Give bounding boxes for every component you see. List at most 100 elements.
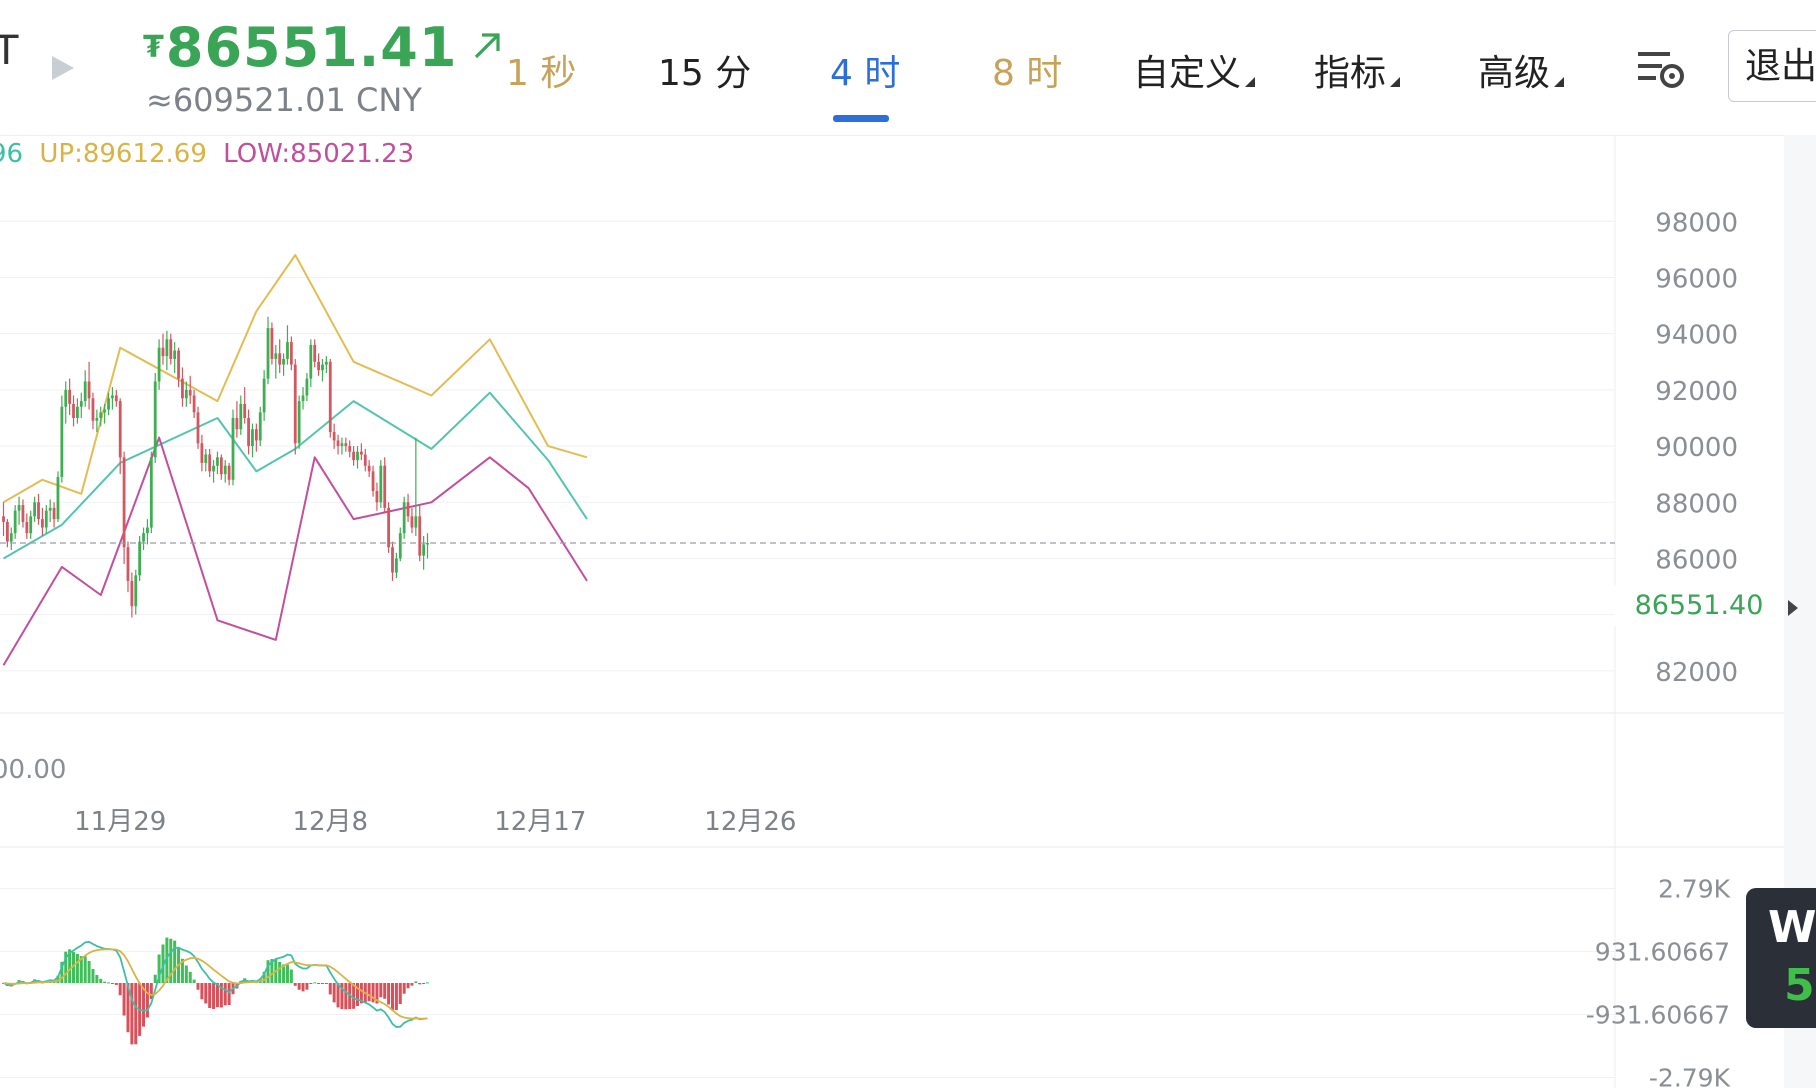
price-cny: ≈609521.01 CNY <box>146 81 422 119</box>
macd-histogram-bar <box>293 983 297 986</box>
dropdown-caret-icon <box>1390 77 1401 87</box>
candle-body <box>379 465 383 503</box>
candle-body <box>212 465 215 472</box>
chart-settings-icon[interactable] <box>1636 46 1686 94</box>
price-chart[interactable]: 9800096000940009200090000880008600084000… <box>0 135 1816 1088</box>
macd-histogram-bar <box>75 953 79 983</box>
candle-body <box>293 364 297 444</box>
candle-body <box>262 378 266 413</box>
candle-body <box>344 443 348 447</box>
macd-histogram-bar <box>332 983 336 1003</box>
macd-histogram-bar <box>297 983 301 990</box>
candle-body <box>79 401 83 407</box>
macd-histogram-bar <box>367 983 371 1002</box>
candle-body <box>426 543 429 545</box>
macd-histogram-bar <box>118 983 122 996</box>
candle-body <box>64 389 68 407</box>
candle-body <box>348 446 352 452</box>
candle-body <box>56 476 60 520</box>
candle-body <box>41 519 44 528</box>
up-right-arrow-icon <box>471 30 503 66</box>
play-icon[interactable] <box>52 56 74 80</box>
corner-panel-value: 56 <box>1784 960 1816 1011</box>
macd-histogram-bar <box>134 983 138 1045</box>
candle-body <box>184 389 188 399</box>
macd-histogram-bar <box>305 983 309 990</box>
candle-body <box>278 353 282 365</box>
tether-icon: ₮ <box>143 30 164 65</box>
tab-4h[interactable]: 4 时 <box>830 44 900 96</box>
macd-histogram-bar <box>418 983 422 985</box>
price-axis-label: 94000 <box>1655 321 1738 351</box>
candle-body <box>91 398 95 421</box>
time-axis-label: 12月26 <box>704 807 796 837</box>
tab-1s[interactable]: 1 秒 <box>506 44 576 96</box>
candle-body <box>196 412 200 444</box>
boll-lower-line <box>2 436 588 666</box>
dropdown-caret-icon <box>1554 77 1565 87</box>
candle-body <box>359 451 363 455</box>
candle-body <box>153 381 157 458</box>
time-axis-label: 12月8 <box>292 807 368 837</box>
macd-histogram-bar <box>227 983 231 1006</box>
candle-body <box>356 451 359 461</box>
candle-body <box>286 342 289 359</box>
macd-histogram-bar <box>173 940 177 983</box>
macd-histogram-bar <box>285 964 289 983</box>
macd-histogram-bar <box>422 983 426 984</box>
candle-body <box>247 417 250 447</box>
menu-indicators[interactable]: 指标 <box>1314 44 1401 96</box>
tab-15m[interactable]: 15 分 <box>658 44 751 96</box>
candle-body <box>111 395 114 399</box>
candle-body <box>107 398 110 410</box>
candle-body <box>313 344 317 362</box>
candle-body <box>83 381 87 402</box>
candle-body <box>251 429 254 447</box>
menu-custom[interactable]: 自定义 <box>1133 44 1256 96</box>
candle-body <box>44 510 48 528</box>
candle-body <box>173 350 177 359</box>
tab-8h[interactable]: 8 时 <box>992 44 1062 96</box>
candle-body <box>270 328 274 359</box>
candle-body <box>391 547 394 573</box>
candle-body <box>328 361 332 433</box>
macd-histogram-bar <box>289 969 293 983</box>
price-box: ₮ 86551.41 ≈609521.01 CNY <box>143 16 503 119</box>
macd-histogram-bar <box>309 983 313 984</box>
price-tag-arrow-icon[interactable] <box>1788 600 1798 616</box>
candle-body <box>149 457 153 528</box>
candle-body <box>352 451 355 461</box>
corner-info-panel[interactable]: WT 56 <box>1746 888 1816 1028</box>
candle-body <box>297 401 301 444</box>
candle-body <box>321 364 324 371</box>
candle-body <box>410 516 414 528</box>
macd-histogram-bar <box>426 982 430 984</box>
candle-body <box>340 443 344 447</box>
macd-histogram-bar <box>95 974 99 983</box>
macd-histogram-bar <box>406 983 410 989</box>
macd-histogram-bar <box>313 982 317 984</box>
time-axis-label: 12月17 <box>494 807 586 837</box>
macd-histogram-bar <box>394 983 398 1011</box>
top-toolbar: T ₮ 86551.41 ≈609521.01 CNY 1 秒 15 分 4 时… <box>0 0 1816 136</box>
macd-histogram-bar <box>103 981 107 983</box>
macd-histogram-bar <box>110 983 114 984</box>
dropdown-caret-icon <box>1245 77 1256 87</box>
candle-body <box>13 510 17 534</box>
macd-histogram-bar <box>114 983 118 985</box>
macd-histogram-bar <box>91 969 95 983</box>
candle-body <box>216 457 219 466</box>
exit-button[interactable]: 退出 <box>1728 30 1816 102</box>
candle-body <box>305 378 309 396</box>
symbol-label[interactable]: T <box>0 28 18 74</box>
candle-body <box>208 454 212 472</box>
macd-histogram-bar <box>402 983 406 994</box>
candle-body <box>239 403 243 430</box>
menu-advanced[interactable]: 高级 <box>1478 44 1565 96</box>
candle-body <box>52 507 56 520</box>
candle-body <box>2 516 5 522</box>
menu-advanced-label: 高级 <box>1478 53 1551 94</box>
menu-custom-label: 自定义 <box>1133 53 1242 94</box>
candle-body <box>204 454 208 463</box>
candle-body <box>114 395 118 402</box>
